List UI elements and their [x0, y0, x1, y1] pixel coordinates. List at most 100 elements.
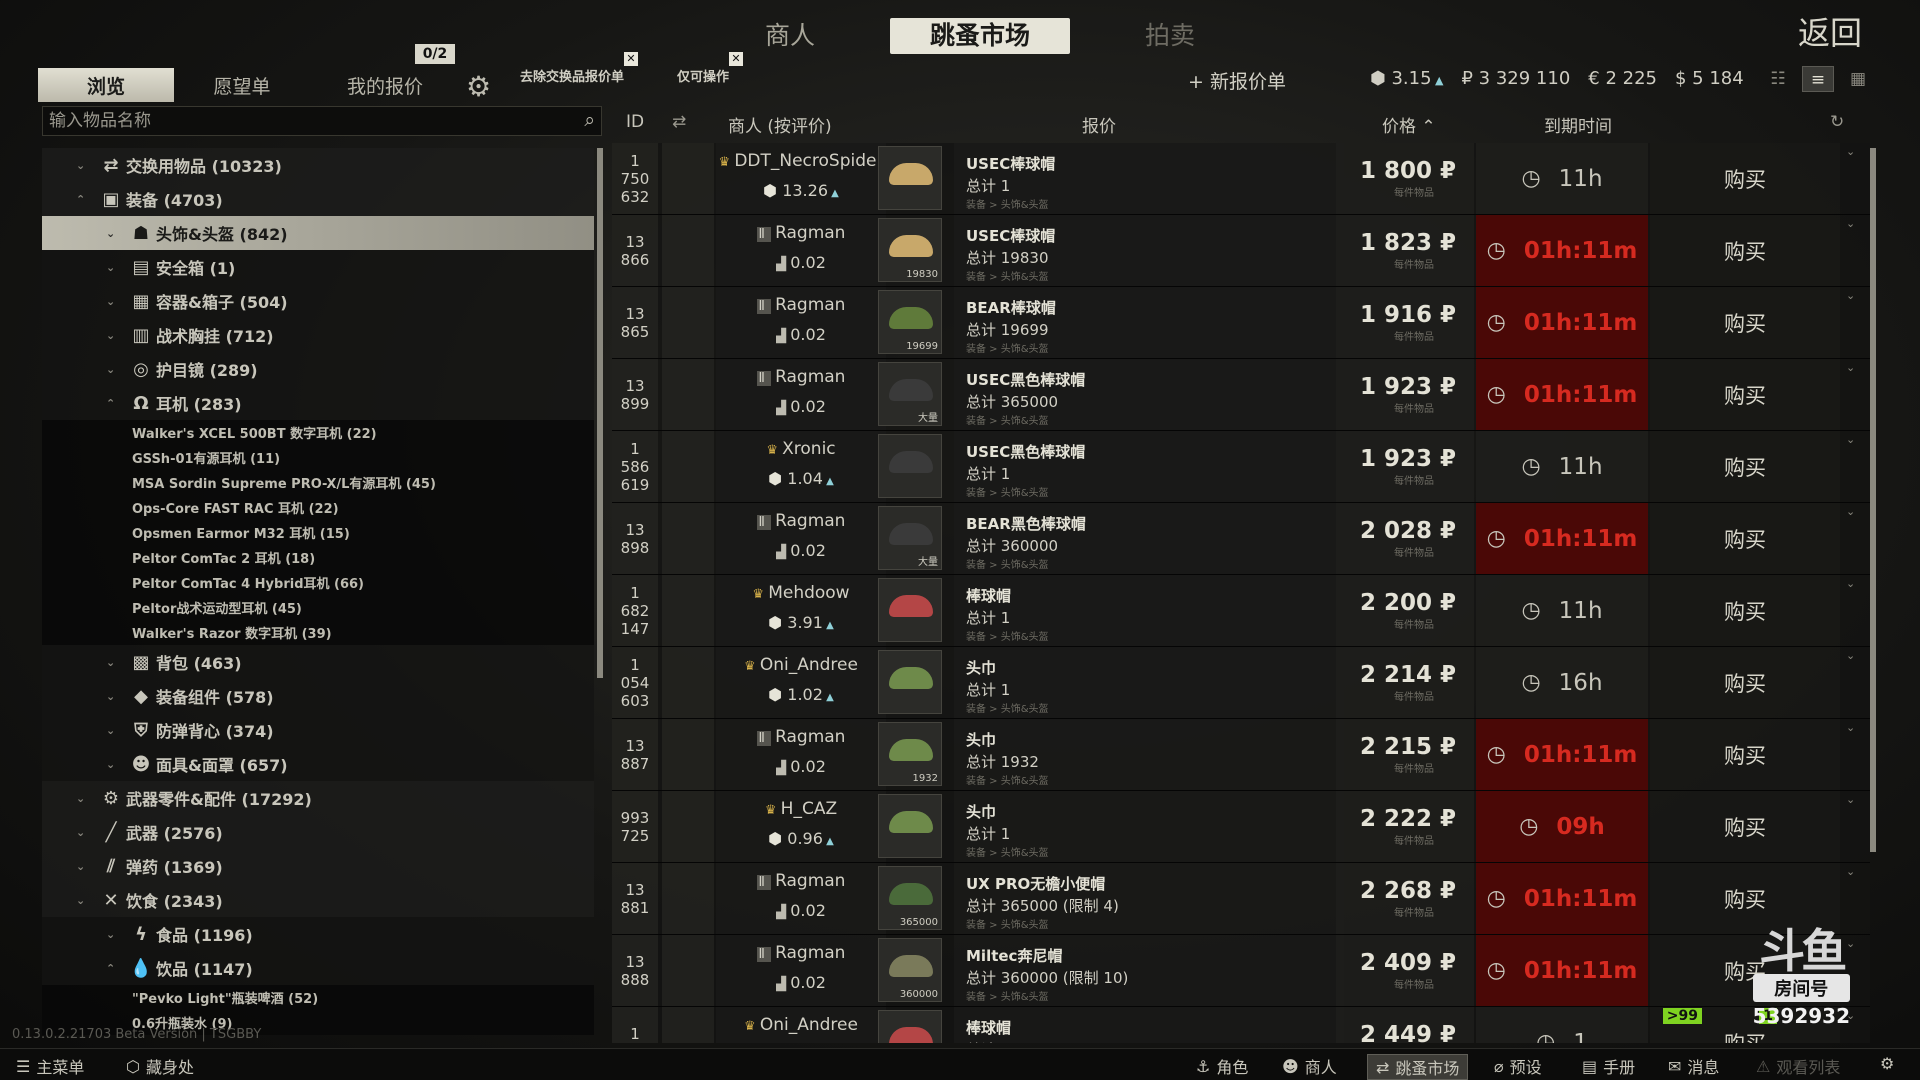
traders-button[interactable]: ☻ 商人 [1282, 1054, 1337, 1078]
chevron-icon[interactable]: ⌄ [106, 758, 126, 771]
merchant-name[interactable]: Ragman [716, 727, 886, 747]
item-image[interactable] [878, 578, 942, 642]
messages-button[interactable]: ✉ 消息 [1668, 1054, 1719, 1078]
item-image[interactable] [878, 146, 942, 210]
merchant-cell[interactable]: Ragman 0.02 [716, 863, 886, 934]
buy-button[interactable]: 购买 [1650, 287, 1840, 358]
item-image[interactable]: 大量 [878, 506, 942, 570]
expand-chevron-icon[interactable]: ⌄ [1846, 865, 1866, 881]
col-merchant[interactable]: 商人 (按评价) [728, 112, 832, 137]
expand-chevron-icon[interactable]: ⌄ [1846, 505, 1866, 521]
expand-chevron-icon[interactable]: ⌄ [1846, 433, 1866, 449]
item-image[interactable]: 360000 [878, 938, 942, 1002]
expand-chevron-icon[interactable]: ⌄ [1846, 649, 1866, 665]
category-row[interactable]: ⌄ ◆ 装备组件 (578) [42, 679, 594, 713]
tab-traders[interactable]: 商人 [700, 18, 880, 54]
new-offer-button[interactable]: + 新报价单 [1188, 67, 1286, 94]
category-row[interactable]: ⌄ ⇄ 交换用物品 (10323) [42, 148, 594, 182]
category-row[interactable]: ⌄ ▦ 容器&箱子 (504) [42, 284, 594, 318]
category-row[interactable]: ⌄ ⛨ 防弹背心 (374) [42, 713, 594, 747]
expand-chevron-icon[interactable]: ⌄ [1846, 289, 1866, 305]
item-name[interactable]: USEC黑色棒球帽 [966, 441, 1344, 462]
item-name[interactable]: 棒球帽 [966, 1017, 1344, 1038]
subcategory-item[interactable]: Peltor ComTac 2 耳机 (18) [42, 545, 594, 570]
merchant-cell[interactable]: Oni_Andree [716, 1007, 886, 1043]
category-row[interactable]: ⌃ ▣ 装备 (4703) [42, 182, 594, 216]
item-image[interactable]: 大量 [878, 362, 942, 426]
merchant-cell[interactable]: Ragman 0.02 [716, 287, 886, 358]
item-image[interactable] [878, 434, 942, 498]
merchant-cell[interactable]: Xronic 1.04 [716, 431, 886, 502]
tab-my-offers[interactable]: 我的报价 [310, 68, 460, 102]
chevron-icon[interactable]: ⌄ [76, 826, 96, 839]
subcategory-item[interactable]: Peltor战术运动型耳机 (45) [42, 595, 594, 620]
item-image[interactable]: 19830 [878, 218, 942, 282]
merchant-name[interactable]: H_CAZ [716, 799, 886, 819]
merchant-cell[interactable]: H_CAZ 0.96 [716, 791, 886, 862]
only-functional-filter[interactable]: 仅可操作 ✕ [677, 52, 744, 85]
character-button[interactable]: ⚓ 角色 [1196, 1054, 1248, 1078]
barter-toggle-icon[interactable]: ⇄ [672, 112, 686, 132]
expand-chevron-icon[interactable]: ⌄ [1846, 793, 1866, 809]
category-row[interactable]: ⌄ ▤ 安全箱 (1) [42, 250, 594, 284]
chevron-icon[interactable]: ⌄ [106, 690, 126, 703]
item-name[interactable]: Miltec奔尼帽 [966, 945, 1344, 966]
chevron-icon[interactable]: ⌃ [106, 962, 126, 975]
chevron-icon[interactable]: ⌄ [106, 295, 126, 308]
chevron-icon[interactable]: ⌄ [106, 329, 126, 342]
hideout-button[interactable]: ⬡ 藏身处 [126, 1054, 194, 1078]
category-row[interactable]: ⌄ ◎ 护目镜 (289) [42, 352, 594, 386]
col-id[interactable]: ID [626, 112, 644, 132]
expand-chevron-icon[interactable]: ⌄ [1846, 217, 1866, 233]
tree-scrollbar[interactable] [597, 148, 603, 678]
merchant-cell[interactable]: Ragman 0.02 [716, 503, 886, 574]
item-image[interactable] [878, 650, 942, 714]
item-name[interactable]: BEAR棒球帽 [966, 297, 1344, 318]
buy-button[interactable]: 购买 [1650, 143, 1840, 214]
col-offer[interactable]: 报价 [1082, 112, 1116, 137]
expand-chevron-icon[interactable]: ⌄ [1846, 577, 1866, 593]
item-image[interactable]: 19699 [878, 290, 942, 354]
refresh-icon[interactable]: ↻ [1830, 112, 1844, 132]
category-row[interactable]: ⌄ ☻ 面具&面罩 (657) [42, 747, 594, 781]
merchant-cell[interactable]: Ragman 0.02 [716, 359, 886, 430]
search-input[interactable] [43, 107, 553, 135]
category-row[interactable]: ⌃ Ω 耳机 (283) [42, 386, 594, 420]
chevron-icon[interactable]: ⌄ [76, 159, 96, 172]
category-row[interactable]: ⌄ ⚙ 武器零件&配件 (17292) [42, 781, 594, 815]
item-name[interactable]: UX PRO无檐小便帽 [966, 873, 1344, 894]
handbook-button[interactable]: ▤ 手册 [1582, 1054, 1635, 1078]
subcategory-item[interactable]: Walker's Razor 数字耳机 (39) [42, 620, 594, 645]
item-name[interactable]: 头巾 [966, 657, 1344, 678]
chevron-icon[interactable]: ⌄ [76, 792, 96, 805]
item-name[interactable]: 头巾 [966, 801, 1344, 822]
tab-auction[interactable]: 拍卖 [1080, 18, 1260, 54]
offers-scrollbar[interactable] [1870, 148, 1876, 852]
merchant-cell[interactable]: Ragman 0.02 [716, 719, 886, 790]
item-name[interactable]: BEAR黑色棒球帽 [966, 513, 1344, 534]
buy-button[interactable]: 购买 [1650, 215, 1840, 286]
buy-button[interactable]: 购买 [1650, 431, 1840, 502]
subcategory-item[interactable]: Peltor ComTac 4 Hybrid耳机 (66) [42, 570, 594, 595]
back-button[interactable]: 返回 [1798, 8, 1862, 54]
item-name[interactable]: USEC棒球帽 [966, 225, 1344, 246]
subcategory-item[interactable]: Walker's XCEL 500BT 数字耳机 (22) [42, 420, 594, 445]
subcategory-item[interactable]: GSSh-01有源耳机 (11) [42, 445, 594, 470]
flea-market-button[interactable]: ⇄ 跳蚤市场 [1367, 1054, 1469, 1080]
merchant-name[interactable]: Ragman [716, 223, 886, 243]
merchant-cell[interactable]: DDT_NecroSpider 13.26 [716, 143, 886, 214]
item-name[interactable]: USEC棒球帽 [966, 153, 1344, 174]
checkbox-x-icon[interactable]: ✕ [624, 52, 639, 66]
item-name[interactable]: USEC黑色棒球帽 [966, 369, 1344, 390]
gear-icon[interactable]: ⚙ [466, 70, 491, 103]
remove-barter-filter[interactable]: 去除交换品报价单 ✕ [520, 52, 639, 85]
merchant-cell[interactable]: Ragman 0.02 [716, 215, 886, 286]
item-image[interactable]: 365000 [878, 866, 942, 930]
tab-flea-market[interactable]: 跳蚤市场 [890, 18, 1070, 54]
buy-button[interactable]: 购买 [1650, 503, 1840, 574]
chevron-icon[interactable]: ⌄ [76, 860, 96, 873]
merchant-name[interactable]: Ragman [716, 367, 886, 387]
subcategory-item[interactable]: MSA Sordin Supreme PRO-X/L有源耳机 (45) [42, 470, 594, 495]
chevron-icon[interactable]: ⌃ [106, 397, 126, 410]
category-row[interactable]: ⌄ ⫽ 弹药 (1369) [42, 849, 594, 883]
